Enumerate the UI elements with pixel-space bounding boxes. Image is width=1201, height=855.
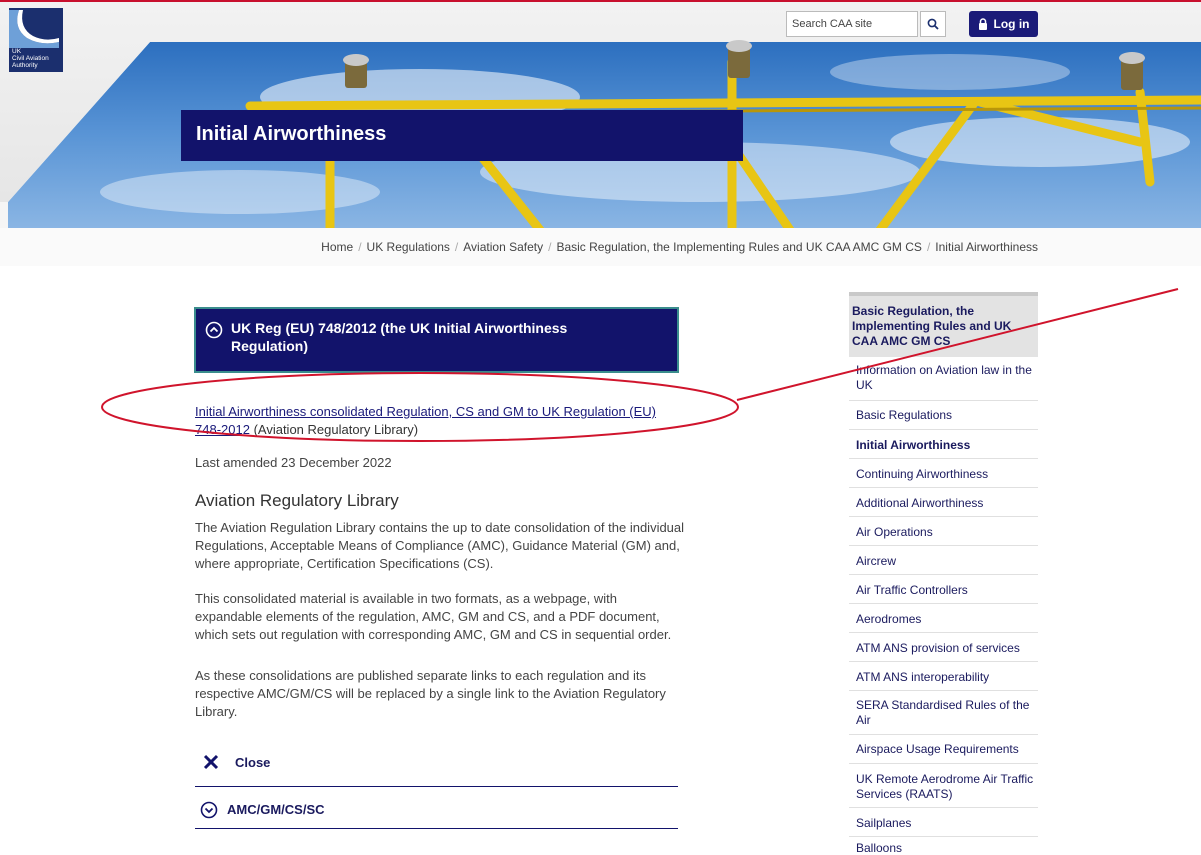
sidebar-item-atm-ans-provision[interactable]: ATM ANS provision of services <box>849 633 1038 662</box>
sidebar-item-aircrew[interactable]: Aircrew <box>849 546 1038 575</box>
accordion-title: UK Reg (EU) 748/2012 (the UK Initial Air… <box>231 320 568 354</box>
sidebar-item-basic-regulations[interactable]: Basic Regulations <box>849 401 1038 430</box>
regulation-link-suffix: (Aviation Regulatory Library) <box>249 422 419 437</box>
breadcrumb-aviation-safety[interactable]: Aviation Safety <box>463 240 543 254</box>
sidebar-item-additional-airworthiness[interactable]: Additional Airworthiness <box>849 488 1038 517</box>
sidebar-item-aerodromes[interactable]: Aerodromes <box>849 604 1038 633</box>
sidebar-item-balloons[interactable]: Balloons <box>849 837 1038 855</box>
regulation-link-paragraph: Initial Airworthiness consolidated Regul… <box>195 403 685 439</box>
breadcrumb-uk-regulations[interactable]: UK Regulations <box>367 240 450 254</box>
page-title: Initial Airworthiness <box>196 123 387 145</box>
sidebar-item-airspace-usage[interactable]: Airspace Usage Requirements <box>849 735 1038 764</box>
search-icon <box>927 18 939 30</box>
sidebar-item-raats[interactable]: UK Remote Aerodrome Air Traffic Services… <box>849 764 1038 808</box>
caa-logo-icon <box>9 10 59 48</box>
search-input[interactable]: Search CAA site <box>786 11 918 37</box>
sidebar-item-aviation-law[interactable]: Information on Aviation law in the UK <box>849 361 1038 401</box>
breadcrumb-basic-regulation[interactable]: Basic Regulation, the Implementing Rules… <box>556 240 922 254</box>
page-title-box: Initial Airworthiness <box>181 110 743 161</box>
close-x-icon <box>203 754 219 770</box>
close-button[interactable]: Close <box>195 745 678 787</box>
accordion-amc-gm-cs-sc[interactable]: AMC/GM/CS/SC <box>195 789 678 829</box>
paragraph-2: This consolidated material is available … <box>195 591 672 642</box>
accordion-header-uk-reg-748[interactable]: UK Reg (EU) 748/2012 (the UK Initial Air… <box>194 307 679 373</box>
paragraph-3: As these consolidations are published se… <box>195 668 666 719</box>
chevron-down-circle-icon <box>200 801 218 819</box>
search-button[interactable] <box>920 11 946 37</box>
sidebar-item-initial-airworthiness[interactable]: Initial Airworthiness <box>849 430 1038 459</box>
caa-logo[interactable]: UK Civil Aviation Authority <box>9 8 63 72</box>
sidebar-item-continuing-airworthiness[interactable]: Continuing Airworthiness <box>849 459 1038 488</box>
sidebar-item-air-operations[interactable]: Air Operations <box>849 517 1038 546</box>
section-heading: Aviation Regulatory Library <box>195 491 399 510</box>
hero-banner: UK Civil Aviation Authority Search CAA s… <box>0 0 1201 228</box>
breadcrumb-home[interactable]: Home <box>321 240 353 254</box>
amc-label: AMC/GM/CS/SC <box>227 802 325 817</box>
last-amended-text: Last amended 23 December 2022 <box>195 455 392 470</box>
chevron-up-circle-icon <box>205 321 223 339</box>
sidebar-item-sailplanes[interactable]: Sailplanes <box>849 808 1038 837</box>
sidebar-heading[interactable]: Basic Regulation, the Implementing Rules… <box>849 292 1038 357</box>
sidebar-item-sera[interactable]: SERA Standardised Rules of the Air <box>849 691 1038 735</box>
login-button[interactable]: Log in <box>969 11 1038 37</box>
sidebar-item-atm-ans-interoperability[interactable]: ATM ANS interoperability <box>849 662 1038 691</box>
breadcrumb-current: Initial Airworthiness <box>935 240 1038 254</box>
login-label: Log in <box>993 17 1030 31</box>
paragraph-1: The Aviation Regulation Library contains… <box>195 520 685 571</box>
lock-icon <box>978 18 987 30</box>
close-label: Close <box>235 755 271 770</box>
logo-text: UK Civil Aviation Authority <box>12 48 49 69</box>
breadcrumb: Home / UK Regulations / Aviation Safety / Basi… <box>0 228 1201 266</box>
sidebar-item-air-traffic-controllers[interactable]: Air Traffic Controllers <box>849 575 1038 604</box>
